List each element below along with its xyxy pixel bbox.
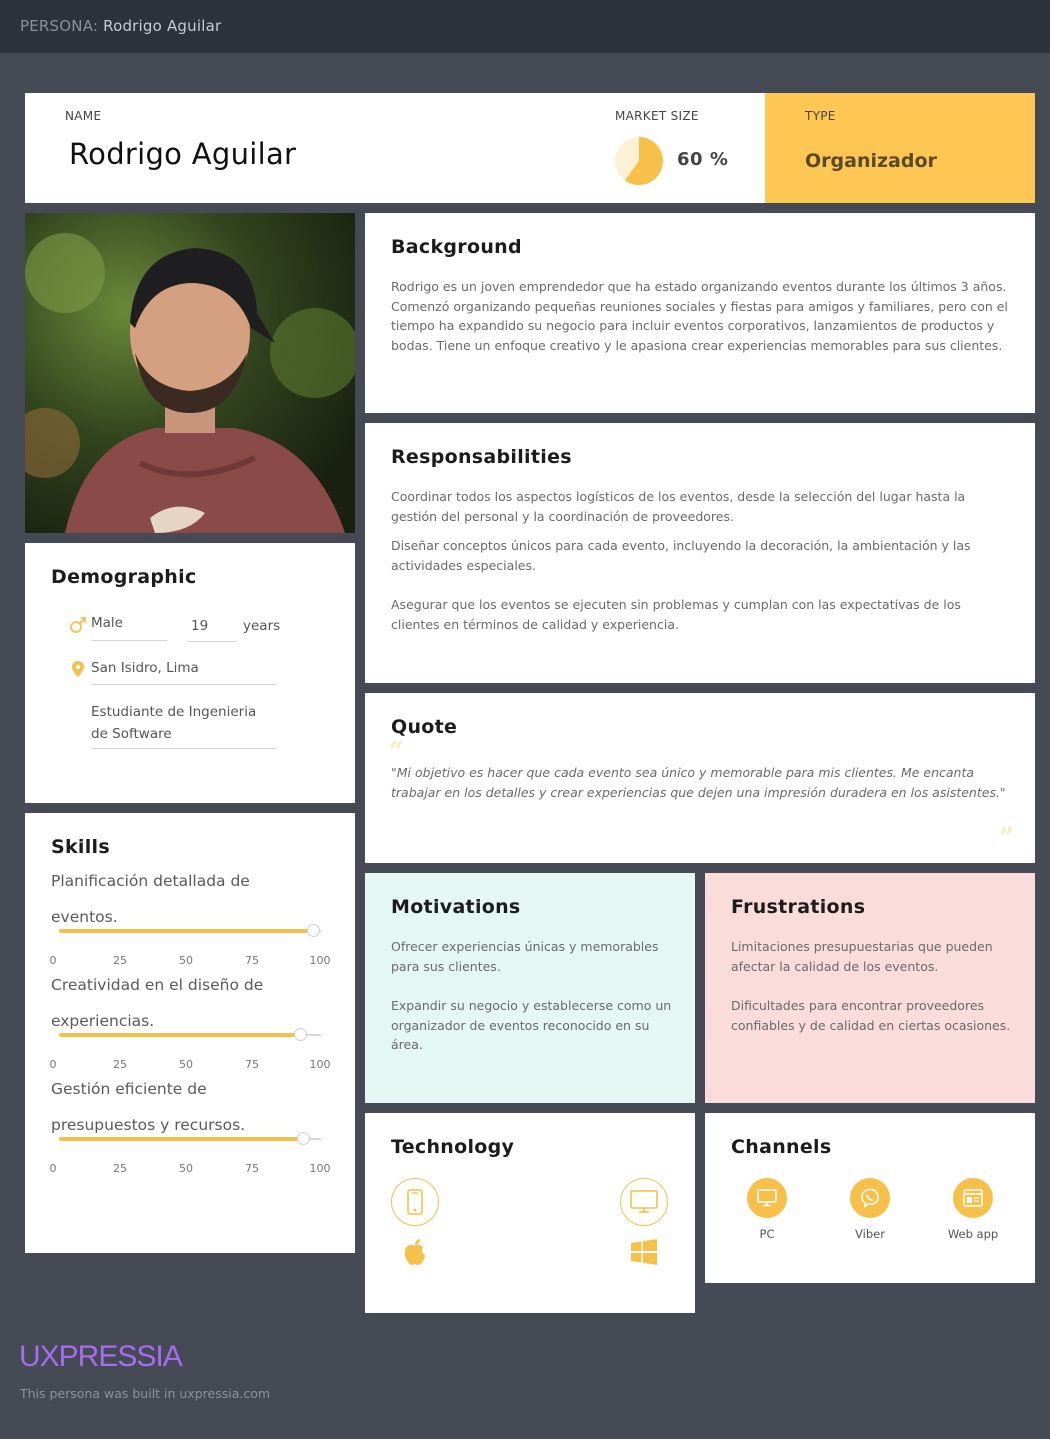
persona-header: PERSONA: Rodrigo Aguilar bbox=[20, 17, 221, 35]
motivations-card: Motivations Ofrecer experiencias únicas … bbox=[365, 873, 695, 1103]
technology-title: Technology bbox=[391, 1136, 515, 1158]
skill-tick-label: 25 bbox=[113, 1162, 127, 1175]
type-label: TYPE bbox=[805, 109, 836, 123]
skill-tick-label: 100 bbox=[309, 1162, 331, 1175]
frustrations-title: Frustrations bbox=[731, 896, 866, 918]
skills-card: Skills Planificación detallada de evento… bbox=[25, 813, 355, 1253]
skill-tick-label: 100 bbox=[309, 954, 331, 967]
gender-field: Male bbox=[91, 615, 167, 641]
motivations-title: Motivations bbox=[391, 896, 521, 918]
windows-icon bbox=[631, 1239, 657, 1265]
skill-slider-handle[interactable] bbox=[296, 1132, 310, 1145]
apple-icon bbox=[404, 1239, 425, 1265]
skill-tick-label: 0 bbox=[49, 1162, 57, 1175]
skill-slider[interactable] bbox=[59, 1028, 321, 1041]
market-size-label: MARKET SIZE bbox=[615, 109, 699, 123]
skill-slider[interactable] bbox=[59, 1132, 321, 1145]
frustrations-card: Frustrations Limitaciones presupuestaria… bbox=[705, 873, 1035, 1103]
skill-tick-label: 25 bbox=[113, 954, 127, 967]
skill-tick-label: 0 bbox=[49, 954, 57, 967]
skill-slider-fill bbox=[59, 1033, 301, 1037]
motivation-item: Ofrecer experiencias únicas y memorables… bbox=[391, 939, 659, 974]
channels-title: Channels bbox=[731, 1136, 832, 1158]
persona-name: Rodrigo Aguilar bbox=[69, 137, 297, 171]
age-unit: years bbox=[243, 618, 281, 634]
skill-slider-handle[interactable] bbox=[294, 1028, 308, 1041]
profile-card: NAME Rodrigo Aguilar MARKET SIZE 60 % bbox=[25, 93, 765, 203]
technology-card: Technology bbox=[365, 1113, 695, 1313]
responsibilities-title: Responsabilities bbox=[391, 446, 572, 468]
monitor-icon bbox=[620, 1178, 668, 1226]
motivation-item: Expandir su negocio y establecerse como … bbox=[391, 998, 672, 1052]
quote-text: "Mi objetivo es hacer que cada evento se… bbox=[391, 765, 1006, 800]
background-card: Background Rodrigo es un joven emprended… bbox=[365, 213, 1035, 413]
skill-tick-label: 75 bbox=[245, 1162, 259, 1175]
skills-title: Skills bbox=[51, 836, 110, 858]
monitor-icon bbox=[747, 1178, 787, 1218]
channel-label: PC bbox=[759, 1227, 775, 1241]
background-text: Rodrigo es un joven emprendedor que ha e… bbox=[391, 279, 1008, 353]
frustration-item: Dificultades para encontrar proveedores … bbox=[731, 998, 1011, 1033]
type-value: Organizador bbox=[805, 150, 937, 172]
name-label: NAME bbox=[65, 109, 102, 123]
type-card: TYPE Organizador bbox=[765, 93, 1035, 203]
channel-label: Web app bbox=[947, 1227, 999, 1241]
viber-icon bbox=[850, 1178, 890, 1218]
demographic-title: Demographic bbox=[51, 566, 197, 588]
age-field: 19 bbox=[187, 618, 237, 642]
background-title: Background bbox=[391, 236, 522, 258]
location-icon bbox=[72, 661, 84, 677]
market-size-pie bbox=[615, 137, 663, 185]
skill-label: Creatividad en el diseño de experiencias… bbox=[51, 976, 264, 1030]
close-quote-icon: ” bbox=[999, 823, 1014, 853]
persona-label: PERSONA: bbox=[20, 17, 99, 35]
skill-tick-label: 0 bbox=[49, 1058, 57, 1071]
occupation-field: Estudiante de Ingenieria de Software bbox=[91, 701, 277, 749]
quote-card: Quote “ "Mi objetivo es hacer que cada e… bbox=[365, 693, 1035, 863]
market-size-value: 60 % bbox=[677, 149, 729, 170]
web-app-icon bbox=[953, 1178, 993, 1218]
responsibilities-card: Responsabilities Coordinar todos los asp… bbox=[365, 423, 1035, 683]
channel-label: Viber bbox=[855, 1227, 885, 1241]
channels-card: Channels PC Viber Web app bbox=[705, 1113, 1035, 1283]
skill-tick-label: 50 bbox=[179, 1058, 193, 1071]
skill-tick-label: 50 bbox=[179, 1162, 193, 1175]
skill-tick-label: 100 bbox=[309, 1058, 331, 1071]
skill-label: Planificación detallada de eventos. bbox=[51, 872, 250, 926]
responsibility-item: Diseñar conceptos únicos para cada event… bbox=[391, 538, 971, 573]
responsibility-item: Asegurar que los eventos se ejecuten sin… bbox=[391, 597, 961, 632]
skill-label: Gestión eficiente de presupuestos y recu… bbox=[51, 1080, 246, 1134]
skill-tick-label: 50 bbox=[179, 954, 193, 967]
quote-title: Quote bbox=[391, 716, 458, 738]
smartphone-icon bbox=[391, 1178, 439, 1226]
skill-slider[interactable] bbox=[59, 924, 321, 937]
brand-logo: UXPRESSIA bbox=[19, 1340, 183, 1373]
male-icon bbox=[70, 617, 86, 633]
skill-tick-label: 75 bbox=[245, 954, 259, 967]
skill-slider-handle[interactable] bbox=[307, 924, 321, 937]
responsibility-item: Coordinar todos los aspectos logísticos … bbox=[391, 489, 966, 524]
footer-note: This persona was built in uxpressia.com bbox=[20, 1386, 271, 1401]
persona-header-name: Rodrigo Aguilar bbox=[103, 17, 222, 35]
photo-illustration bbox=[25, 213, 355, 533]
skill-slider-fill bbox=[59, 1137, 303, 1141]
demographic-card: Demographic Male 19 years San Isidro, Li… bbox=[25, 543, 355, 803]
persona-photo bbox=[25, 213, 355, 533]
location-field: San Isidro, Lima bbox=[91, 660, 277, 685]
skill-slider-fill bbox=[59, 929, 314, 933]
skill-tick-label: 75 bbox=[245, 1058, 259, 1071]
frustration-item: Limitaciones presupuestarias que pueden … bbox=[731, 939, 993, 974]
top-bar: PERSONA: Rodrigo Aguilar bbox=[0, 0, 1050, 53]
skill-tick-label: 25 bbox=[113, 1058, 127, 1071]
